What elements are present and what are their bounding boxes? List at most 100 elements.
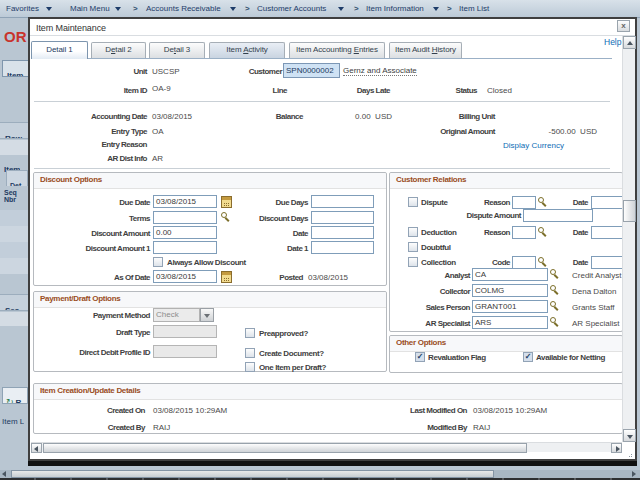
background-grid-row — [0, 242, 28, 258]
always-allow-discount-checkbox[interactable] — [153, 257, 163, 267]
date-1-input[interactable] — [311, 241, 374, 254]
tab-detail-1[interactable]: Detail 1 — [31, 41, 88, 59]
modal-scrollbar-thumb[interactable] — [43, 443, 527, 453]
tab-item-audit-history[interactable]: Item Audit History — [389, 42, 462, 58]
dispute-checkbox[interactable] — [408, 197, 418, 207]
main-menu[interactable]: Main Menu — [70, 4, 110, 13]
collection-checkbox[interactable] — [408, 257, 418, 267]
analyst-description: Credit Analyst — [572, 271, 621, 280]
search-icon[interactable] — [550, 285, 561, 296]
chevron-down-icon[interactable] — [46, 7, 52, 14]
chevron-down-icon[interactable] — [230, 7, 236, 14]
ar-dist-info-label: AR Dist Info — [40, 154, 147, 163]
scroll-left-icon[interactable] — [2, 471, 6, 477]
breadcrumb-item-list[interactable]: Item List — [459, 4, 489, 13]
breadcrumb-separator: > — [245, 4, 250, 13]
close-icon[interactable]: x — [617, 20, 630, 32]
scroll-down-icon[interactable] — [623, 429, 636, 442]
dispute-reason-input[interactable] — [512, 196, 536, 209]
title-divider — [30, 35, 635, 36]
background-grid-row — [0, 210, 28, 226]
tab-detail-3[interactable]: Detail 3 — [149, 42, 205, 58]
other-options-title: Other Options — [390, 336, 622, 352]
payment-method-select[interactable]: Check — [153, 308, 214, 322]
search-icon[interactable] — [538, 197, 549, 208]
search-icon[interactable] — [550, 301, 561, 312]
terms-input[interactable] — [153, 211, 217, 224]
create-document-checkbox[interactable] — [245, 348, 255, 358]
search-icon[interactable] — [538, 227, 549, 238]
resize-grip-icon[interactable] — [626, 451, 632, 457]
date-input[interactable] — [311, 226, 374, 239]
revaluation-flag-checkbox[interactable]: ✓ — [415, 352, 425, 362]
accounting-date-value: 03/08/2015 — [152, 112, 192, 121]
discount-amount-input[interactable]: 0.00 — [153, 226, 217, 239]
background-row — [0, 140, 28, 155]
balance-value: 0.00 USD — [313, 112, 392, 121]
help-link[interactable]: Help — [604, 37, 621, 47]
modal-scrollbar-thumb[interactable] — [623, 200, 636, 222]
customer-name-link[interactable]: Gernz and Associate — [343, 66, 417, 76]
modified-by-value: RAIJ — [473, 423, 490, 432]
favorites-menu[interactable]: Favorites — [6, 4, 39, 13]
scroll-right-icon[interactable] — [611, 443, 622, 453]
item-creation-title: Item Creation/Update Details — [34, 384, 622, 400]
collector-label: Collector — [400, 287, 470, 296]
discount-amount-1-input[interactable] — [153, 241, 217, 254]
breadcrumb-customer-accounts[interactable]: Customer Accounts — [257, 4, 326, 13]
customer-relations-title: Customer Relations — [390, 173, 622, 189]
customer-label: Customer — [212, 67, 282, 76]
ar-specialist-description: AR Specialist — [572, 319, 620, 328]
draft-type-input — [153, 325, 217, 338]
tab-item-activity[interactable]: Item Activity — [209, 42, 285, 58]
page-horizontal-scrollbar[interactable] — [0, 470, 640, 478]
search-icon[interactable] — [550, 317, 561, 328]
chevron-down-icon[interactable] — [115, 7, 121, 14]
due-date-input[interactable]: 03/08/2015 — [153, 195, 217, 208]
search-icon[interactable] — [550, 269, 561, 280]
background-grid-row — [0, 226, 28, 242]
sales-person-input[interactable]: GRANT001 — [472, 300, 548, 313]
doubtful-checkbox[interactable] — [408, 242, 418, 252]
breadcrumb-item-information[interactable]: Item Information — [366, 4, 424, 13]
preapproved-checkbox[interactable] — [245, 328, 255, 338]
scroll-up-icon[interactable] — [623, 36, 636, 49]
deduction-date-label: Date — [558, 228, 588, 237]
status-label: Status — [420, 86, 477, 95]
item-maintenance-modal: Item Maintenance x Help Detail 1 Detail … — [28, 17, 637, 461]
item-list-link[interactable]: Item L — [2, 410, 24, 428]
chevron-down-icon[interactable] — [433, 7, 439, 14]
scroll-right-icon[interactable] — [632, 471, 636, 477]
original-amount-value: -500.00 USD — [495, 127, 597, 136]
modal-horizontal-scrollbar[interactable] — [31, 442, 622, 452]
draft-type-label: Draft Type — [40, 328, 150, 337]
analyst-input[interactable]: CA — [472, 268, 548, 281]
sales-person-description: Grants Staff — [572, 303, 615, 312]
one-item-per-draft-checkbox[interactable] — [245, 362, 255, 372]
collector-input[interactable]: COLMG — [472, 284, 548, 297]
tab-detail-2[interactable]: Detail 2 — [91, 42, 146, 58]
tab-item-accounting-entries[interactable]: Item Accounting Entries — [289, 42, 385, 58]
discount-options-title: Discount Options — [34, 173, 386, 189]
as-of-date-input[interactable]: 03/08/2015 — [153, 270, 217, 283]
refresh-button[interactable]: ↻R — [2, 387, 28, 404]
dispute-amount-input[interactable] — [523, 209, 593, 222]
deduction-reason-input[interactable] — [512, 226, 536, 239]
calendar-icon[interactable] — [221, 271, 232, 283]
background-grid-row — [0, 258, 28, 274]
modal-vertical-scrollbar[interactable] — [622, 36, 635, 442]
discount-days-input[interactable] — [311, 211, 374, 224]
customer-id-field[interactable]: SPN0000002 — [283, 63, 340, 78]
page-scrollbar-thumb[interactable] — [11, 470, 494, 478]
ar-specialist-input[interactable]: ARS — [472, 316, 548, 329]
search-icon[interactable] — [538, 257, 549, 268]
display-currency-link[interactable]: Display Currency — [503, 141, 564, 150]
scroll-left-icon[interactable] — [31, 443, 42, 453]
breadcrumb-accounts-receivable[interactable]: Accounts Receivable — [146, 4, 221, 13]
due-days-input[interactable] — [311, 195, 374, 208]
deduction-checkbox[interactable] — [408, 227, 418, 237]
collection-date-label: Date — [558, 258, 588, 267]
chevron-down-icon[interactable] — [200, 308, 214, 322]
available-for-netting-checkbox[interactable]: ✓ — [523, 352, 533, 362]
chevron-down-icon[interactable] — [338, 7, 344, 14]
